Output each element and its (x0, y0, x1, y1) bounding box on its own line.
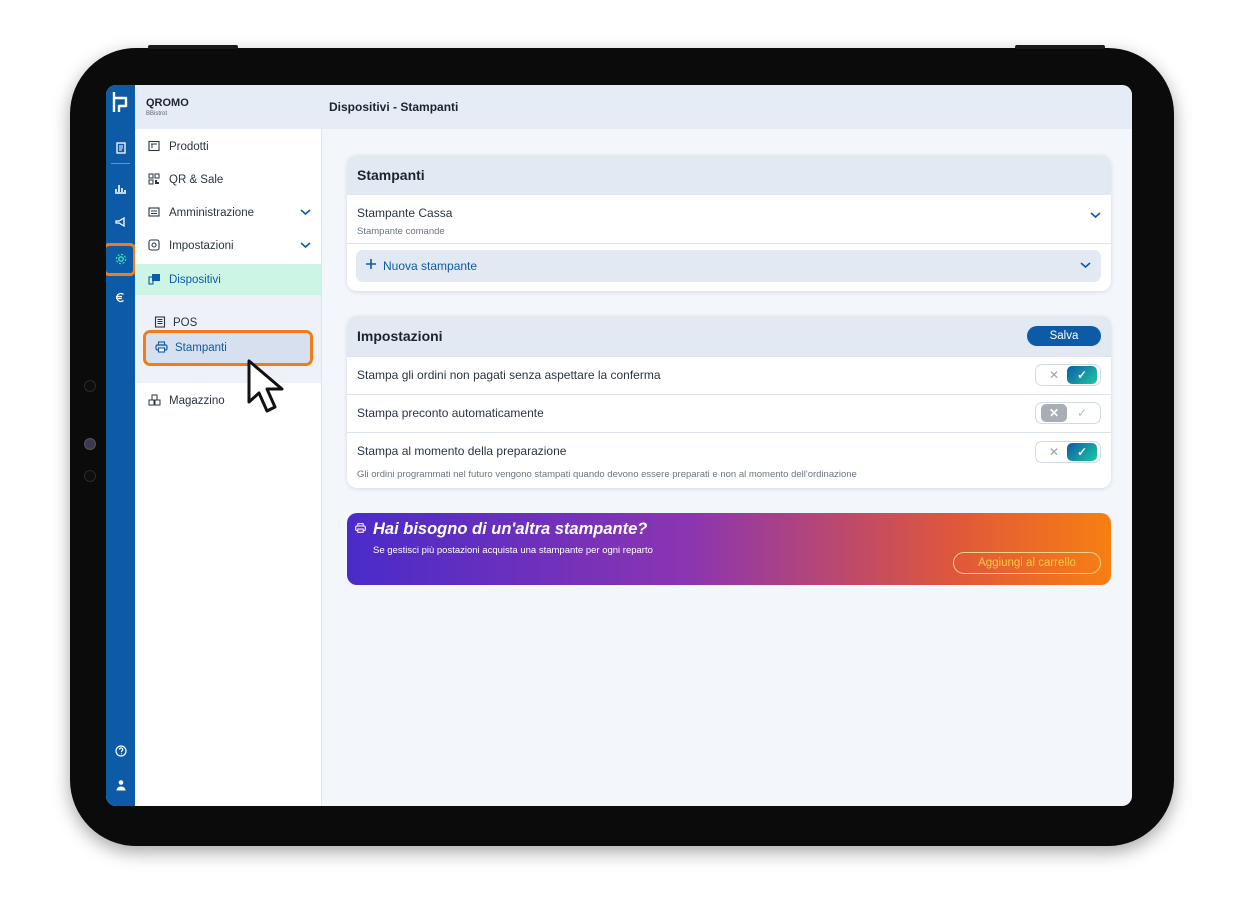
camera-lens (84, 438, 96, 450)
setting-label: Stampa preconto automaticamente (357, 406, 544, 420)
setting-row: Stampa al momento della preparazione Gli… (347, 432, 1111, 488)
printer-row[interactable]: Stampante Cassa Stampante comande (347, 195, 1111, 243)
setting-label: Stampa gli ordini non pagati senza aspet… (357, 368, 661, 382)
camera-ring (84, 380, 96, 392)
megaphone-icon[interactable] (106, 211, 135, 233)
sidebar-subitem-label: Stampanti (175, 342, 227, 354)
sidebar-subitem-label: POS (173, 317, 198, 329)
chevron-down-icon (300, 205, 311, 219)
sidebar-item-label: Prodotti (169, 141, 209, 153)
add-printer-row: Nuova stampante (347, 243, 1111, 290)
app-logo-icon[interactable] (109, 91, 131, 117)
mouse-cursor-icon (247, 359, 284, 413)
sidebar: QROMO BBistrot Prodotti QR & Sale Ammini… (135, 85, 322, 806)
setting-toggle[interactable]: ✕ ✓ (1035, 441, 1101, 463)
printers-card: Stampanti Stampante Cassa Stampante coma… (347, 155, 1111, 291)
plus-icon (365, 257, 377, 274)
sidebar-item-prodotti[interactable]: Prodotti (135, 131, 321, 163)
setting-toggle[interactable]: ✕ ✓ (1035, 364, 1101, 386)
setting-note: Gli ordini programmati nel futuro vengon… (357, 469, 857, 480)
settings-card-title: Impostazioni (357, 328, 443, 344)
sidebar-item-dispositivi[interactable]: Dispositivi (135, 264, 321, 296)
rail-active-highlight (106, 243, 136, 276)
euro-icon[interactable] (106, 286, 135, 308)
chevron-down-icon (300, 238, 311, 252)
promo-title: Hai bisogno di un'altra stampante? (373, 520, 648, 538)
add-to-cart-button[interactable]: Aggiungi al carrello (953, 552, 1101, 574)
printer-name: Stampante Cassa (357, 206, 453, 220)
chevron-down-icon[interactable] (1090, 208, 1101, 222)
brand-name: QROMO (146, 97, 189, 109)
check-icon: ✓ (1067, 366, 1097, 384)
sidebar-item-label: Amministrazione (169, 207, 254, 219)
brand-subtitle: BBistrot (146, 111, 168, 117)
products-icon (147, 140, 161, 155)
close-icon: ✕ (1048, 368, 1060, 382)
close-icon: ✕ (1048, 445, 1060, 459)
settings-card-header: Impostazioni Salva (347, 316, 1111, 356)
promo-text: Se gestisci più postazioni acquista una … (373, 545, 653, 556)
sidebar-item-label: Magazzino (169, 395, 225, 407)
page-title: Dispositivi - Stampanti (329, 100, 459, 114)
sidebar-item-amministrazione[interactable]: Amministrazione (135, 197, 321, 229)
save-button[interactable]: Salva (1027, 326, 1101, 346)
setting-toggle[interactable]: ✕ ✓ (1035, 402, 1101, 424)
warehouse-icon (147, 394, 161, 409)
printer-subtitle: Stampante comande (357, 226, 445, 237)
sidebar-item-qr-sale[interactable]: QR & Sale (135, 164, 321, 196)
hardware-button (1015, 45, 1105, 49)
help-icon[interactable] (106, 740, 135, 762)
check-icon: ✓ (1067, 443, 1097, 461)
pos-icon (154, 315, 166, 331)
add-printer-label: Nuova stampante (383, 259, 478, 273)
check-icon: ✓ (1076, 406, 1088, 420)
icon-rail (106, 85, 136, 806)
admin-icon (147, 206, 161, 221)
sidebar-item-magazzino[interactable]: Magazzino (135, 385, 321, 417)
chevron-down-icon (1080, 258, 1091, 272)
sidebar-item-label: Impostazioni (169, 240, 234, 252)
sidebar-item-label: QR & Sale (169, 174, 224, 186)
app-screen: QROMO BBistrot Prodotti QR & Sale Ammini… (106, 85, 1132, 806)
header-bar: Dispositivi - Stampanti (321, 85, 1132, 129)
devices-icon (147, 273, 161, 288)
rail-divider (111, 163, 130, 164)
qr-icon (147, 173, 161, 188)
receipt-icon[interactable] (106, 137, 135, 159)
camera-ring (84, 470, 96, 482)
chart-icon[interactable] (106, 177, 135, 199)
setting-row: Stampa preconto automaticamente ✕ ✓ (347, 394, 1111, 432)
sidebar-item-label: Dispositivi (169, 274, 221, 286)
printers-card-header: Stampanti (347, 155, 1111, 195)
add-printer-button[interactable]: Nuova stampante (356, 250, 1101, 282)
settings-icon (147, 238, 161, 254)
brand-header: QROMO BBistrot (135, 85, 321, 129)
user-icon[interactable] (106, 774, 135, 796)
sidebar-item-impostazioni[interactable]: Impostazioni (135, 230, 321, 262)
close-icon: ✕ (1041, 404, 1067, 422)
printers-card-title: Stampanti (357, 167, 425, 183)
setting-row: Stampa gli ordini non pagati senza aspet… (347, 356, 1111, 394)
setting-label: Stampa al momento della preparazione (357, 444, 567, 458)
settings-card: Impostazioni Salva Stampa gli ordini non… (347, 316, 1111, 488)
promo-banner: Hai bisogno di un'altra stampante? Se ge… (347, 513, 1111, 585)
printer-icon (355, 523, 366, 536)
hardware-button (148, 45, 238, 49)
printer-icon (155, 340, 168, 356)
